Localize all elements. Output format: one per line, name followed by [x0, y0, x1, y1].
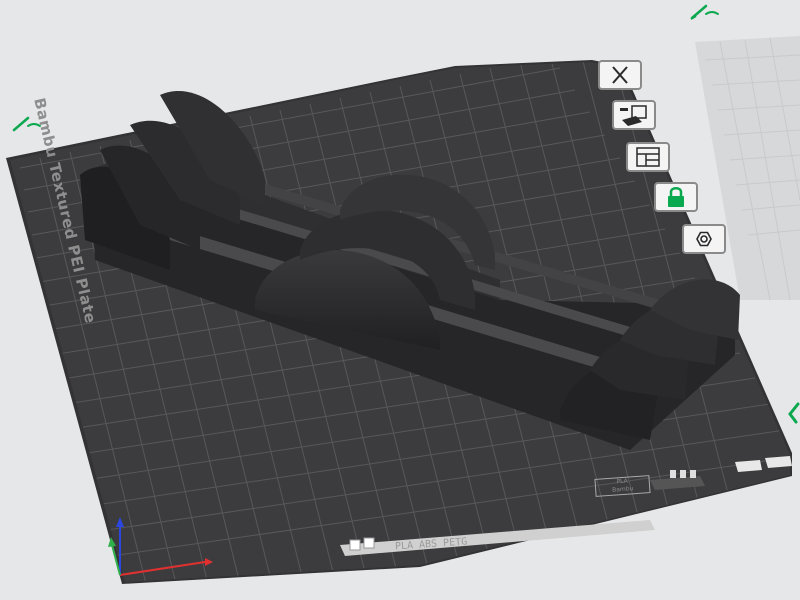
delete-plate-button[interactable]: [598, 60, 642, 90]
edit-plate-name-icon[interactable]: [688, 0, 722, 22]
lock-icon: [668, 187, 684, 207]
plate-label-box: PLA Bambu: [594, 475, 651, 497]
edit-plate-name-icon[interactable]: [786, 400, 800, 426]
plate-settings-button[interactable]: [682, 224, 726, 254]
arrange-icon: [620, 105, 647, 126]
lock-plate-button[interactable]: [654, 182, 698, 212]
viewport-scene[interactable]: [0, 0, 800, 600]
x-icon: [612, 66, 628, 84]
adjacent-plate: [695, 36, 800, 301]
layout-icon: [636, 147, 660, 167]
gear-nut-icon: [696, 231, 712, 247]
plate-trash-icon: [670, 470, 696, 478]
layout-button[interactable]: [626, 142, 670, 172]
auto-arrange-button[interactable]: [612, 100, 656, 130]
plate-tab-left: [735, 460, 762, 472]
plate-tab-right: [765, 456, 792, 468]
edit-plate-name-icon[interactable]: [10, 112, 44, 134]
